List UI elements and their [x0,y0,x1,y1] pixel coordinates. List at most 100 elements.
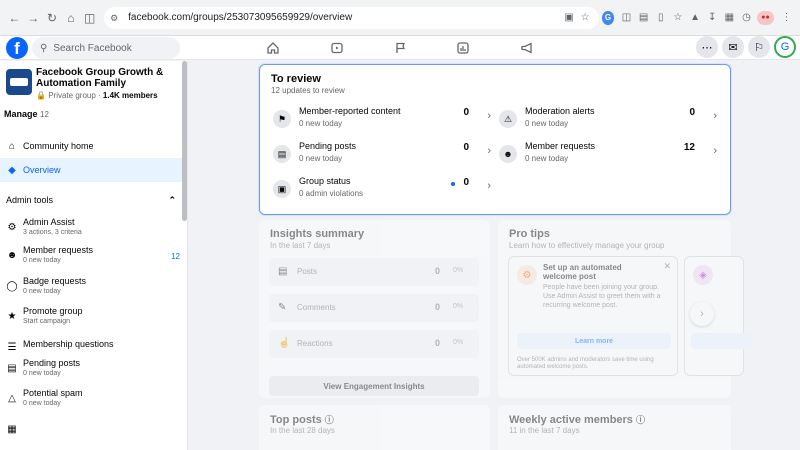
browser-toolbar: ← → ↻ ⌂ ◫ ⚙ facebook.com/groups/25307309… [0,0,800,36]
item-title: Member-reported content [299,106,401,116]
insights-row-reactions: ☝ Reactions 0 0% [269,330,479,358]
pending-posts-icon: ▤ [273,145,291,163]
collections-icon[interactable]: ▲ [687,9,702,27]
review-item-pending-posts[interactable]: ▤ Pending posts 0 new today 0 › [270,140,495,170]
notifications-bell-icon[interactable]: ⚐ [748,36,770,58]
insights-nav-icon[interactable] [451,38,475,58]
sidebar-item-badge-requests[interactable]: ◯ Badge requests 0 new today [4,276,180,304]
favorites-icon[interactable]: ☆ [670,9,685,27]
sidebar-scrollbar[interactable] [182,61,187,221]
extensions-icon[interactable]: ◫ [619,9,634,27]
info-icon[interactable]: ⓘ [325,415,334,425]
admin-tools-section[interactable]: Admin tools ⌃ [6,195,176,206]
sidebar-item-partially-visible[interactable]: ▦ [4,419,180,447]
person-add-icon: ☻ [6,250,18,261]
item-title: Potential spam [23,388,83,398]
chevron-up-icon[interactable]: ⌃ [168,195,176,206]
facebook-logo-letter: f [14,39,20,58]
review-item-group-status[interactable]: ▣ Group status 0 admin violations 0 › [270,175,495,205]
sidebar-item-label: Overview [23,165,61,175]
item-title: Admin Assist [23,217,75,227]
split-view-icon[interactable]: ◫ [81,8,98,28]
video-nav-icon[interactable] [325,38,349,58]
tip-description: People have been joining your group. Use… [543,284,661,309]
pro-tips-title: Pro tips [509,228,550,240]
info-icon[interactable]: ⓘ [636,415,645,425]
top-posts-card: Top posts ⓘ In the last 28 days [259,405,490,450]
chevron-right-icon: › [713,145,717,157]
sidebar-item-overview[interactable]: ◆ Overview [0,158,182,182]
row-value: 0 [435,266,441,276]
profile-avatar[interactable]: ●● [757,10,774,25]
item-subtitle: 0 new today [299,119,343,128]
home-nav-icon[interactable] [261,38,285,58]
chevron-right-icon: › [487,145,491,157]
warning-triangle-icon: △ [8,393,16,404]
manage-heading: Manage 12 [4,109,49,119]
reading-mode-icon[interactable]: ▤ [636,9,651,27]
sidebar-item-pending-posts[interactable]: ▤ Pending posts 0 new today [4,358,180,386]
tip-next-button[interactable] [691,333,751,349]
home-icon[interactable]: ⌂ [62,8,79,28]
chevron-right-icon: › [487,110,491,122]
group-name[interactable]: Facebook Group Growth & Automation Famil… [36,67,176,89]
sidebar-item-label: Community home [23,141,94,151]
item-title: Membership questions [23,339,114,349]
group-thumbnail [6,69,32,95]
forward-icon[interactable]: → [25,8,42,28]
sidebar-item-member-requests[interactable]: ☻ Member requests 0 new today 12 [4,245,180,273]
address-bar[interactable]: ⚙ facebook.com/groups/253073095659929/ov… [104,6,600,29]
facebook-logo-icon[interactable]: f [6,37,28,59]
account-avatar[interactable]: G [774,36,796,58]
clipboard-icon: ▣ [273,180,291,198]
unread-dot [451,182,455,186]
menu-dots-icon[interactable]: ⋮ [779,9,794,27]
house-icon: ⌂ [8,140,16,152]
cast-icon[interactable]: ▣ [561,12,577,23]
back-icon[interactable]: ← [6,8,23,28]
bookmark-star-icon[interactable]: ☆ [577,12,593,23]
weekly-title: Weekly active members ⓘ [509,413,645,426]
item-count: 12 [683,142,695,153]
sidebar-item-potential-spam[interactable]: △ Potential spam 0 new today [4,388,180,416]
review-item-moderation-alerts[interactable]: ⚠ Moderation alerts 0 new today 0 › [496,105,721,135]
ads-megaphone-icon[interactable] [515,38,539,58]
badge-shield-icon: ◯ [6,281,18,292]
item-subtitle: 0 new today [23,400,61,407]
main-content: To review 12 updates to review ⚑ Member-… [189,61,800,450]
messenger-icon[interactable]: ✉ [722,36,744,58]
pages-flag-icon[interactable] [389,38,413,58]
item-subtitle: 0 new today [23,288,61,295]
insights-title: Insights summary [270,228,365,240]
screenshot-icon[interactable]: ▦ [722,9,737,27]
grammarly-extension-icon[interactable]: G [602,10,614,25]
downloads-icon[interactable]: ↧ [705,9,720,27]
view-engagement-insights-button[interactable]: View Engagement Insights [269,376,479,396]
sidebar-item-promote-group[interactable]: ★ Promote group Start campaign [4,306,180,334]
item-title: Member requests [525,141,596,151]
reload-icon[interactable]: ↻ [44,8,61,28]
review-item-member-requests[interactable]: ☻ Member requests 0 new today 12 › [496,140,721,170]
menu-grid-icon[interactable]: ⋯ [696,36,718,58]
group-members[interactable]: 1.4K members [103,91,158,100]
next-tip-arrow-icon[interactable]: › [690,302,714,326]
item-subtitle: 0 new today [525,119,569,128]
history-icon[interactable]: ◷ [739,9,754,27]
url-text: facebook.com/groups/253073095659929/over… [128,12,353,23]
learn-more-button[interactable]: Learn more [517,333,671,349]
review-item-member-reported[interactable]: ⚑ Member-reported content 0 new today 0 … [270,105,495,135]
sidebar-item-admin-assist[interactable]: ⚙ Admin Assist 3 actions, 3 criteria [4,217,180,245]
close-icon[interactable]: ✕ [663,261,671,272]
sidebar-panel-icon[interactable]: ▯ [653,9,668,27]
item-title: Group status [299,176,351,186]
calendar-icon: ▦ [7,424,17,435]
sidebar-item-community-home[interactable]: ⌂ Community home [0,134,182,158]
posts-icon: ▤ [278,266,288,277]
admin-assist-gear-icon: ⚙ [7,222,17,233]
row-percent: 0% [453,267,464,274]
item-title: Badge requests [23,276,87,286]
site-info-icon[interactable]: ⚙ [110,13,122,23]
search-input[interactable]: ⚲ Search Facebook [32,37,180,59]
top-posts-title: Top posts ⓘ [270,413,334,426]
megaphone-icon: ★ [7,311,17,322]
